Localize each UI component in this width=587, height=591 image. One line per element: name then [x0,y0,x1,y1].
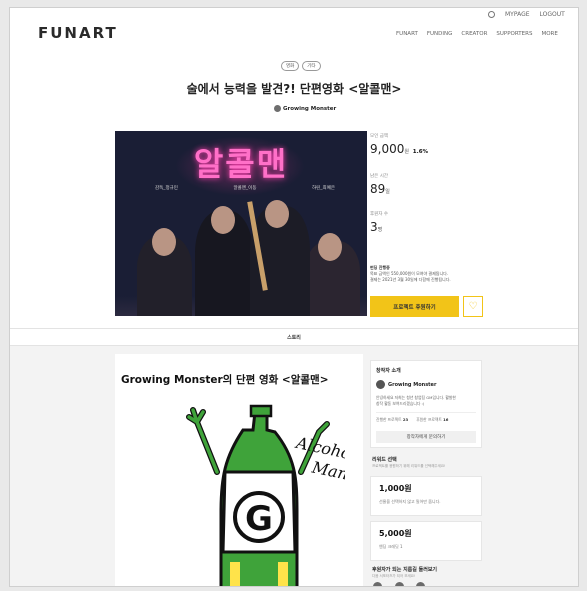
project-creator[interactable]: Growing Monster [274,105,336,112]
amount-percent: 1.6% [412,149,429,155]
amount-value: 9,000원 1.6% [370,142,429,156]
creator-card-profile[interactable]: Growing Monster [376,380,476,389]
supporters-section: 후원자가 되는 지름길 둘러보기 다음 서포터즈가 되어 보세요! sh4928… [372,566,484,586]
bottle-letter: G [245,499,273,539]
contact-creator-button[interactable]: 창작자에게 문의하기 [376,431,476,443]
tag-movie[interactable]: 영화 [281,61,300,71]
logo[interactable]: FUNART [38,24,118,42]
nav-funding[interactable]: FUNDING [427,31,453,37]
nav-creator[interactable]: CREATOR [461,31,487,37]
avatar [395,582,405,586]
user-icon[interactable] [488,11,495,18]
reward-desc: 엔딩 크레딧 1 [379,544,403,549]
avatar [416,582,426,586]
supporters-list: sh4928 18102056 wow [372,582,484,586]
avatar [376,380,385,389]
reward-sub: 프로젝트를 응원하기 위해 리워드를 선택해주세요! [372,464,446,468]
tab-bar: 스토리 [10,328,578,346]
category-tags: 영화 기타 [281,61,321,71]
reward-heading: 리워드 선택 [372,457,397,463]
supporter[interactable]: wow [416,582,426,586]
tab-story[interactable]: 스토리 [10,334,578,341]
fund-project-button[interactable]: 프로젝트 후원하기 [370,296,459,317]
poster-credit: 알콜맨_이동 [233,186,257,191]
poster-credit: 감독_정규민 [155,186,178,191]
supporters-heading: 후원자가 되는 지름길 둘러보기 [372,567,438,573]
main-nav: FUNART FUNDING CREATOR SUPPORTERS MORE [396,31,558,37]
poster-face [211,206,235,234]
art-text-man: Man [309,457,345,483]
poster-credits: 감독_정규민 알콜맨_이동 하린_최예은 [155,185,335,191]
supporters-sub: 다음 서포터즈가 되어 보세요! [372,574,416,578]
creator-card-heading: 창작자 소개 [376,368,401,374]
reward-item[interactable]: 1,000원 선물을 선택하지 않고 밀어만 줍니다. [370,476,482,516]
project-poster-image: 알콜맨 감독_정규민 알콜맨_이동 하린_최예은 [115,131,367,316]
reward-desc: 선물을 선택하지 않고 밀어만 줍니다. [379,499,441,504]
creator-description: 안녕하세요 저희는 청년 창업팀 GM입니다. 활발한 창작 활동 보여드리겠습… [376,395,456,406]
creator-name: Growing Monster [283,105,337,112]
reward-price: 5,000원 [379,529,412,538]
nav-supporters[interactable]: SUPPORTERS [496,31,532,37]
amount-label: 모인 금액 [370,134,388,139]
days-value: 89일 [370,182,390,196]
funding-note: 펀딩 진행중 목표 금액인 550,000원이 모여야 결제됩니다. 결제는 2… [370,265,490,283]
story-section: Growing Monster의 단편 영화 <알콜맨> G Alcohol M… [10,346,578,586]
reward-item[interactable]: 5,000원 엔딩 크레딧 1 [370,521,482,561]
creator-card: 창작자 소개 Growing Monster 안녕하세요 저희는 청년 창업팀 … [370,360,482,448]
reward-price: 1,000원 [379,484,412,493]
heart-icon: ♡ [468,301,478,312]
reward-header: 리워드 선택 프로젝트를 응원하기 위해 리워드를 선택해주세요! [372,456,484,469]
poster-face [265,200,289,228]
like-button[interactable]: ♡ [463,296,483,317]
supporter[interactable]: 18102056 [392,582,408,586]
tag-etc[interactable]: 기타 [302,61,321,71]
avatar [373,582,383,586]
days-label: 남은 시간 [370,174,388,179]
project-title: 술에서 능력을 발견?! 단편영화 <알콜맨> [186,82,402,96]
mypage-link[interactable]: MYPAGE [505,11,530,18]
supporters-label: 후원자 수 [370,212,388,217]
supporter[interactable]: sh4928 [372,582,384,586]
poster-face [152,228,176,256]
creator-stats: 진행한 프로젝트 23 후원한 프로젝트 16 [376,412,476,423]
creator-avatar [274,105,281,112]
story-content: Growing Monster의 단편 영화 <알콜맨> G Alcohol M… [115,354,363,586]
nav-more[interactable]: MORE [541,31,557,37]
story-heading: Growing Monster의 단편 영화 <알콜맨> [121,374,329,386]
creator-card-name: Growing Monster [388,381,437,388]
nav-funart[interactable]: FUNART [396,31,418,37]
browser-page: FUNART MYPAGE LOGOUT FUNART FUNDING CREA… [9,7,579,587]
poster-face [318,233,342,261]
poster-title: 알콜맨 [193,145,289,183]
funding-note-line: 결제는 2021년 3월 30일에 다함께 진행됩니다. [370,277,451,282]
alcoholman-illustration: G Alcohol Man [186,404,345,586]
top-utility: MYPAGE LOGOUT [488,11,565,18]
logout-link[interactable]: LOGOUT [540,11,565,18]
poster-credit: 하린_최예은 [312,186,335,191]
supporters-value: 3명 [370,220,383,234]
